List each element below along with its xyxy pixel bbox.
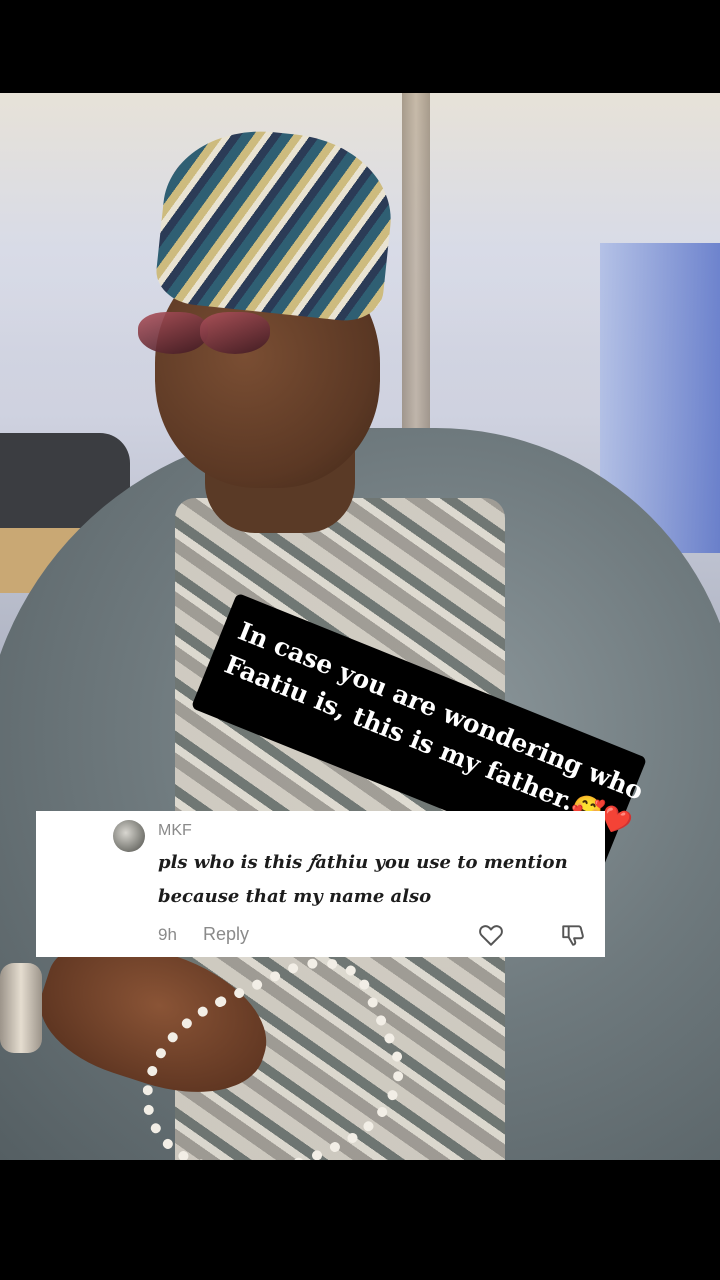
comment-text-line-1: pls who is this 𝑓athiu you use to mentio…	[158, 852, 568, 873]
tent-pole	[402, 93, 430, 438]
comment-timestamp: 9h	[158, 925, 177, 944]
sunglasses-lens-left	[138, 312, 208, 354]
comment-text: pls who is this 𝑓athiu you use to mentio…	[158, 846, 588, 914]
thumbs-down-icon[interactable]	[560, 922, 586, 948]
heart-outline-icon[interactable]	[478, 923, 504, 947]
wristwatch	[0, 963, 42, 1053]
comment-text-line-2: because that my name also	[158, 886, 432, 907]
reply-button[interactable]: Reply	[203, 924, 249, 945]
background-photo	[0, 93, 720, 1160]
comment-username[interactable]: MKF	[158, 822, 192, 840]
avatar[interactable]	[113, 820, 145, 852]
sunglasses-lens-right	[200, 312, 270, 354]
sunglasses	[130, 298, 360, 358]
